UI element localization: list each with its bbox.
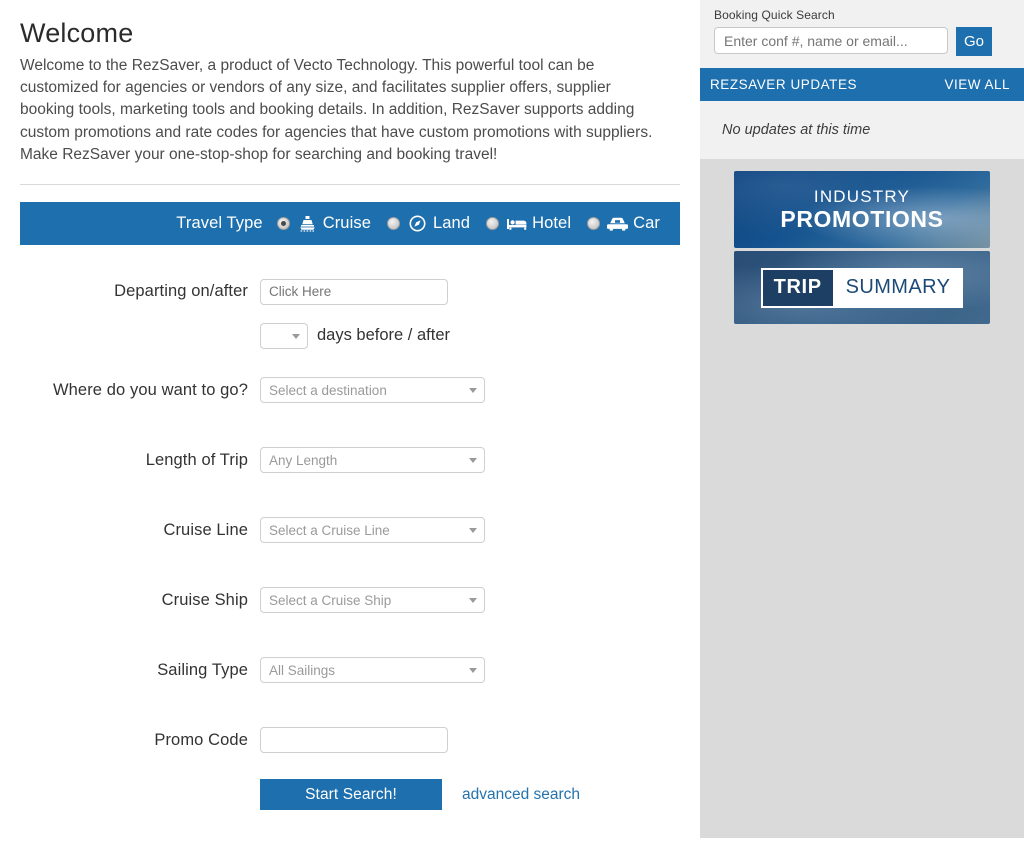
ship-icon <box>297 215 318 232</box>
rezsaver-updates-header: REZSAVER UPDATES VIEW ALL <box>700 68 1024 101</box>
travel-type-option-hotel[interactable]: Hotel <box>486 214 571 233</box>
travel-type-label: Travel Type <box>176 214 263 233</box>
chevron-down-icon <box>469 598 477 604</box>
chevron-down-icon <box>469 528 477 534</box>
advanced-search-link[interactable]: advanced search <box>462 786 580 804</box>
label-length-of-trip: Length of Trip <box>145 450 248 469</box>
travel-type-label-hotel: Hotel <box>532 214 572 233</box>
travel-type-label-car: Car <box>633 214 660 233</box>
updates-title: REZSAVER UPDATES <box>710 77 858 92</box>
industry-promotions-banner[interactable]: INDUSTRY PROMOTIONS <box>734 171 990 248</box>
label-destination: Where do you want to go? <box>52 380 248 399</box>
promo-banners: INDUSTRY PROMOTIONS TRIP SUMMARY <box>700 159 1024 324</box>
page-title: Welcome <box>20 18 134 48</box>
radio-car[interactable] <box>587 217 601 231</box>
sidebar: Booking Quick Search Go REZSAVER UPDATES… <box>700 0 1024 838</box>
radio-hotel[interactable] <box>486 217 500 231</box>
cruise-line-value: Select a Cruise Line <box>269 522 390 538</box>
start-search-button[interactable]: Start Search! <box>260 779 442 811</box>
view-all-link[interactable]: VIEW ALL <box>944 77 1010 92</box>
label-promo-code: Promo Code <box>154 730 248 749</box>
label-sailing-type: Sailing Type <box>157 660 248 679</box>
app-root: Welcome Welcome to the RezSaver, a produ… <box>0 0 1024 842</box>
main-content: Welcome Welcome to the RezSaver, a produ… <box>0 0 700 842</box>
quick-search-go-button[interactable]: Go <box>956 27 992 56</box>
quick-search-label: Booking Quick Search <box>714 8 835 22</box>
label-departing: Departing on/after <box>114 282 248 301</box>
search-form: Departing on/after days before / after W… <box>20 267 680 814</box>
form-row-destination: Where do you want to go? Select a destin… <box>20 355 680 425</box>
quick-search-input[interactable] <box>714 27 948 54</box>
chevron-down-icon <box>469 388 477 394</box>
chevron-down-icon <box>292 333 300 339</box>
departing-date-input[interactable] <box>260 278 448 305</box>
length-of-trip-value: Any Length <box>269 452 338 468</box>
destination-value: Select a destination <box>269 382 387 398</box>
radio-land[interactable] <box>386 217 400 231</box>
quick-search-row: Go <box>714 27 1010 56</box>
cruise-line-select[interactable]: Select a Cruise Line <box>260 517 485 544</box>
form-row-sailing-type: Sailing Type All Sailings <box>20 635 680 705</box>
travel-type-bar: Travel Type Cruise Land Hotel Car <box>20 202 680 246</box>
days-offset-select[interactable] <box>260 322 308 349</box>
trip-summary-word-trip: TRIP <box>760 267 833 308</box>
travel-type-option-land[interactable]: Land <box>386 214 471 233</box>
bed-icon <box>506 215 527 232</box>
compass-icon <box>407 215 428 232</box>
section-divider <box>20 184 680 186</box>
form-row-departing: Departing on/after <box>20 267 680 316</box>
form-row-days-offset: days before / after <box>20 316 680 355</box>
travel-type-option-car[interactable]: Car <box>587 214 660 233</box>
form-row-cruise-line: Cruise Line Select a Cruise Line <box>20 495 680 565</box>
form-row-length: Length of Trip Any Length <box>20 425 680 495</box>
cruise-ship-select[interactable]: Select a Cruise Ship <box>260 587 485 614</box>
travel-type-option-cruise[interactable]: Cruise <box>276 214 371 233</box>
label-cruise-ship: Cruise Ship <box>161 590 248 609</box>
trip-summary-word-summary: SUMMARY <box>832 267 964 308</box>
label-cruise-line: Cruise Line <box>163 520 248 539</box>
trip-summary-banner[interactable]: TRIP SUMMARY <box>734 251 990 324</box>
sailing-type-select[interactable]: All Sailings <box>260 657 485 684</box>
days-offset-suffix: days before / after <box>317 326 450 345</box>
sailing-type-value: All Sailings <box>269 662 336 678</box>
length-of-trip-select[interactable]: Any Length <box>260 447 485 474</box>
industry-promotions-line1: INDUSTRY <box>813 187 911 206</box>
rezsaver-updates-body: No updates at this time <box>700 101 1024 159</box>
trip-summary-badge: TRIP SUMMARY <box>760 267 964 308</box>
cruise-ship-value: Select a Cruise Ship <box>269 592 392 608</box>
no-updates-message: No updates at this time <box>722 122 871 138</box>
car-icon <box>607 215 629 232</box>
welcome-description: Welcome to the RezSaver, a product of Ve… <box>20 57 653 163</box>
promo-code-input[interactable] <box>260 727 448 754</box>
booking-quick-search-panel: Booking Quick Search Go <box>700 0 1024 68</box>
form-row-actions: Start Search! advanced search <box>20 775 680 814</box>
industry-promotions-line2: PROMOTIONS <box>780 206 944 232</box>
travel-type-label-cruise: Cruise <box>322 214 371 233</box>
industry-promotions-text: INDUSTRY PROMOTIONS <box>780 188 943 231</box>
form-row-promo-code: Promo Code <box>20 705 680 775</box>
radio-cruise[interactable] <box>276 217 290 231</box>
chevron-down-icon <box>469 668 477 674</box>
chevron-down-icon <box>469 458 477 464</box>
travel-type-label-land: Land <box>432 214 471 233</box>
form-row-cruise-ship: Cruise Ship Select a Cruise Ship <box>20 565 680 635</box>
destination-select[interactable]: Select a destination <box>260 377 485 404</box>
